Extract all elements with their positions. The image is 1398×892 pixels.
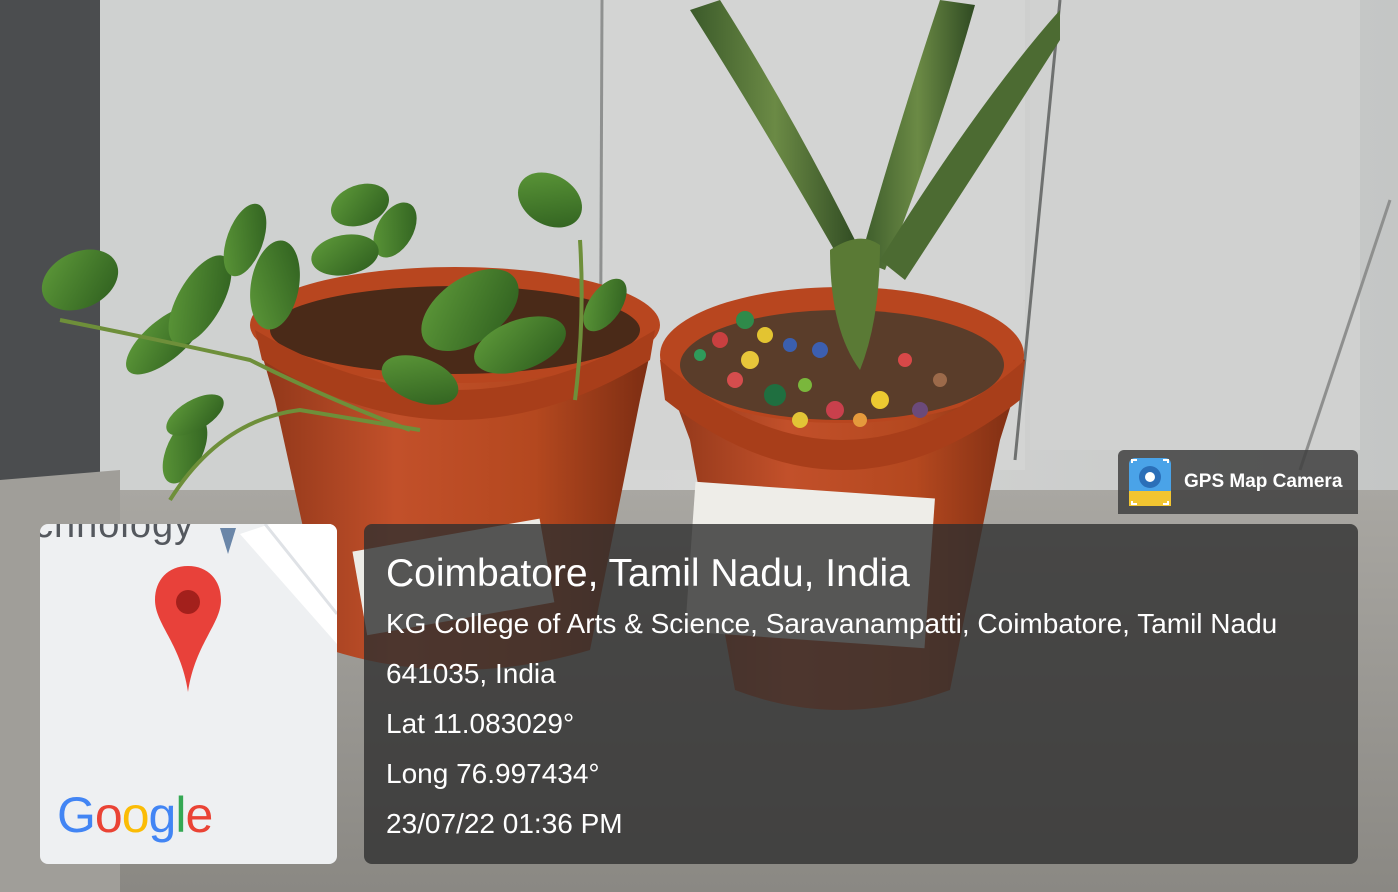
gps-camera-app-icon	[1129, 458, 1171, 506]
address-line-2: 641035, India	[386, 658, 556, 689]
location-title: Coimbatore, Tamil Nadu, India	[386, 552, 910, 595]
map-thumbnail: chnology Google	[40, 524, 337, 864]
map-road-label: chnology	[40, 524, 195, 546]
google-logo: Google	[57, 787, 213, 843]
map-pin-icon	[155, 566, 221, 692]
gps-map-camera-label: GPS Map Camera	[1184, 471, 1343, 492]
timestamp-text: 23/07/22 01:36 PM	[386, 808, 623, 839]
longitude-text: Long 76.997434°	[386, 758, 600, 789]
address-line-1: KG College of Arts & Science, Saravanamp…	[386, 608, 1278, 639]
location-info-panel: Coimbatore, Tamil Nadu, India KG College…	[364, 524, 1358, 864]
latitude-text: Lat 11.083029°	[386, 708, 575, 739]
gps-map-camera-badge: GPS Map Camera	[1118, 450, 1358, 514]
